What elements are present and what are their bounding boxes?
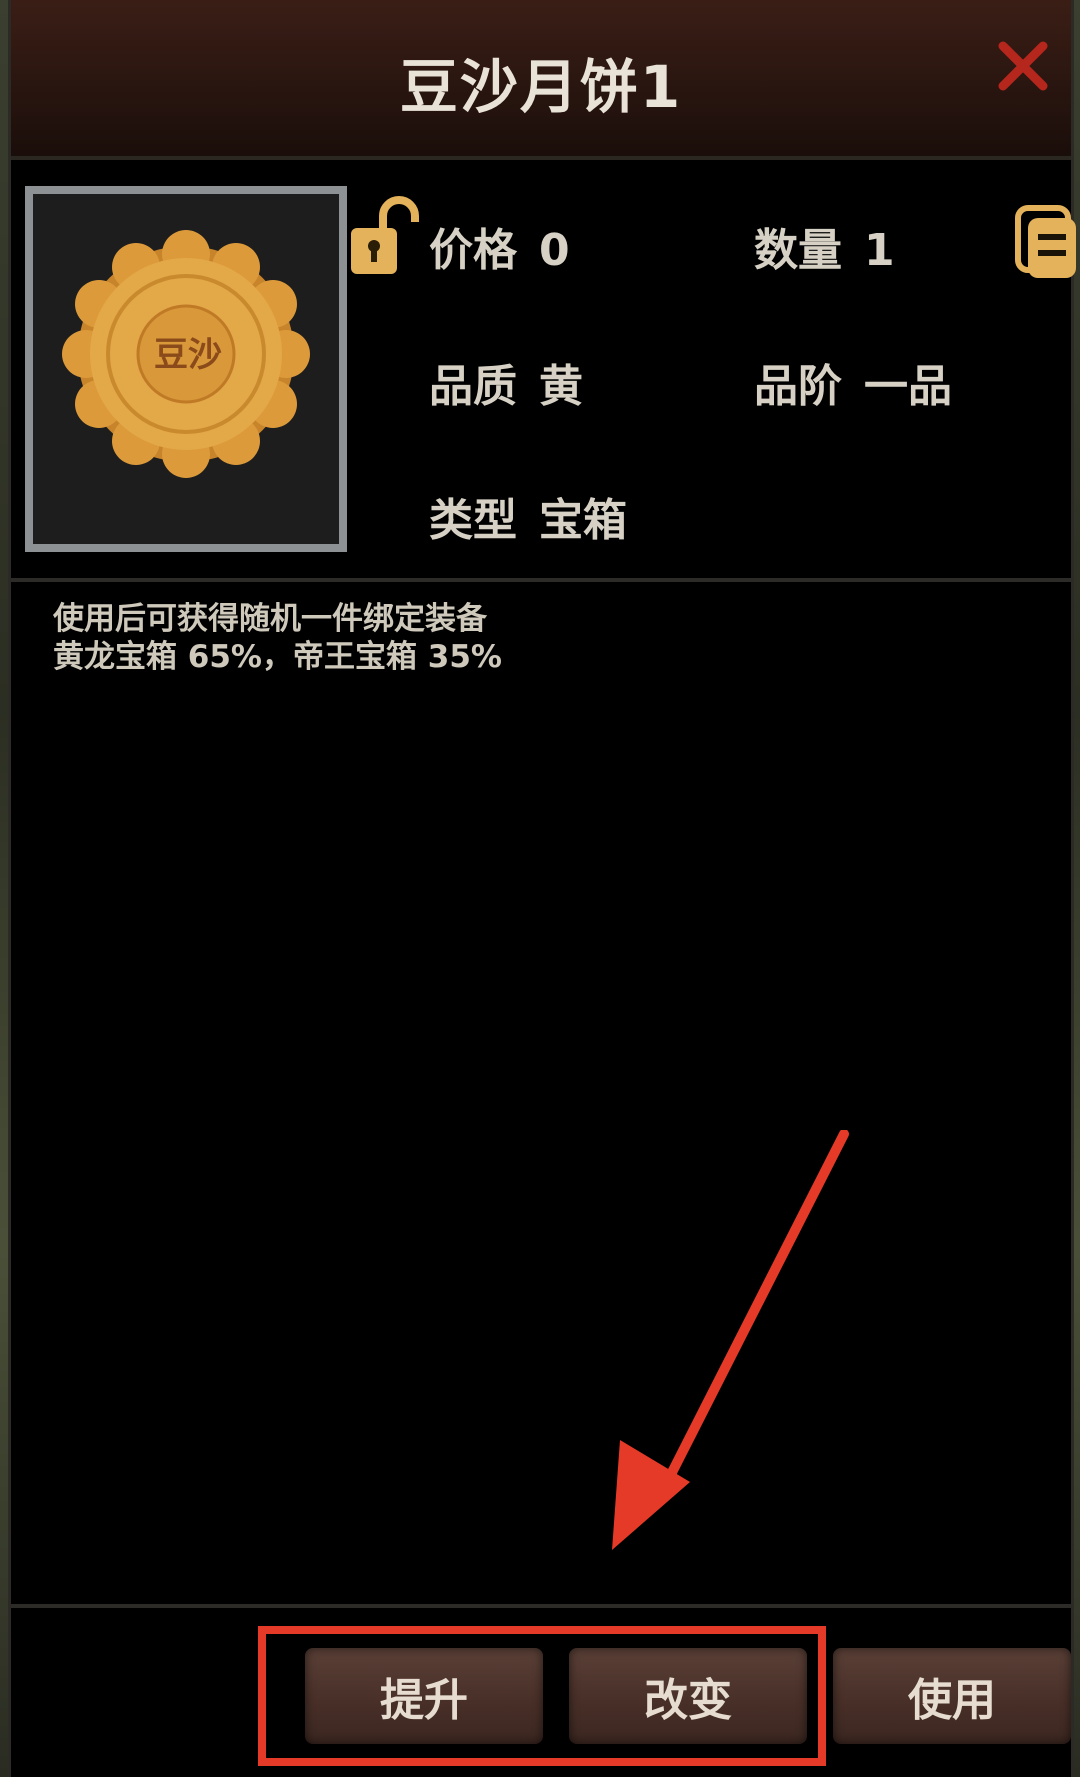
mooncake-stamp: 豆沙: [154, 335, 222, 375]
mooncake-icon: 豆沙: [62, 230, 310, 478]
quantity-value: 1: [864, 225, 895, 276]
quality-attribute: 品质黄: [429, 350, 583, 414]
item-description: 使用后可获得随机一件绑定装备 黄龙宝箱 65%，帝王宝箱 35%: [53, 600, 502, 676]
grade-value: 一品: [864, 361, 952, 412]
grade-attribute: 品阶 一品: [754, 350, 952, 414]
split-stack-icon[interactable]: [1014, 204, 1080, 282]
quantity-label: 数量: [754, 225, 842, 276]
annotation-highlight-box: [258, 1626, 826, 1766]
unlock-icon[interactable]: [349, 196, 421, 278]
price-attribute: 价格 0: [429, 214, 570, 278]
type-attribute: 类型 宝箱: [429, 484, 627, 548]
quality-label: 品质: [429, 361, 517, 412]
price-label: 价格: [429, 225, 517, 276]
price-value: 0: [539, 225, 570, 276]
description-line-2: 黄龙宝箱 65%，帝王宝箱 35%: [53, 639, 502, 675]
use-button[interactable]: 使用: [833, 1648, 1071, 1744]
title-bar: 豆沙月饼1: [11, 0, 1071, 160]
item-detail-dialog: 豆沙月饼1 豆沙 价格 0 数量 1 品质 黄 品阶 一品 类型 宝箱 使用后可…: [8, 0, 1076, 1777]
divider-top: [11, 578, 1071, 582]
close-icon[interactable]: [995, 38, 1051, 94]
annotation-arrow-icon: [612, 1130, 849, 1550]
type-label: 类型: [429, 495, 517, 546]
quantity-attribute: 数量 1: [754, 214, 895, 278]
quality-value: 黄: [539, 361, 583, 412]
item-image-frame: 豆沙: [25, 186, 347, 552]
dialog-title: 豆沙月饼1: [399, 53, 683, 121]
divider-bottom: [11, 1604, 1071, 1608]
grade-label: 品阶: [754, 361, 842, 412]
type-value: 宝箱: [539, 495, 627, 546]
description-line-1: 使用后可获得随机一件绑定装备: [53, 601, 487, 637]
